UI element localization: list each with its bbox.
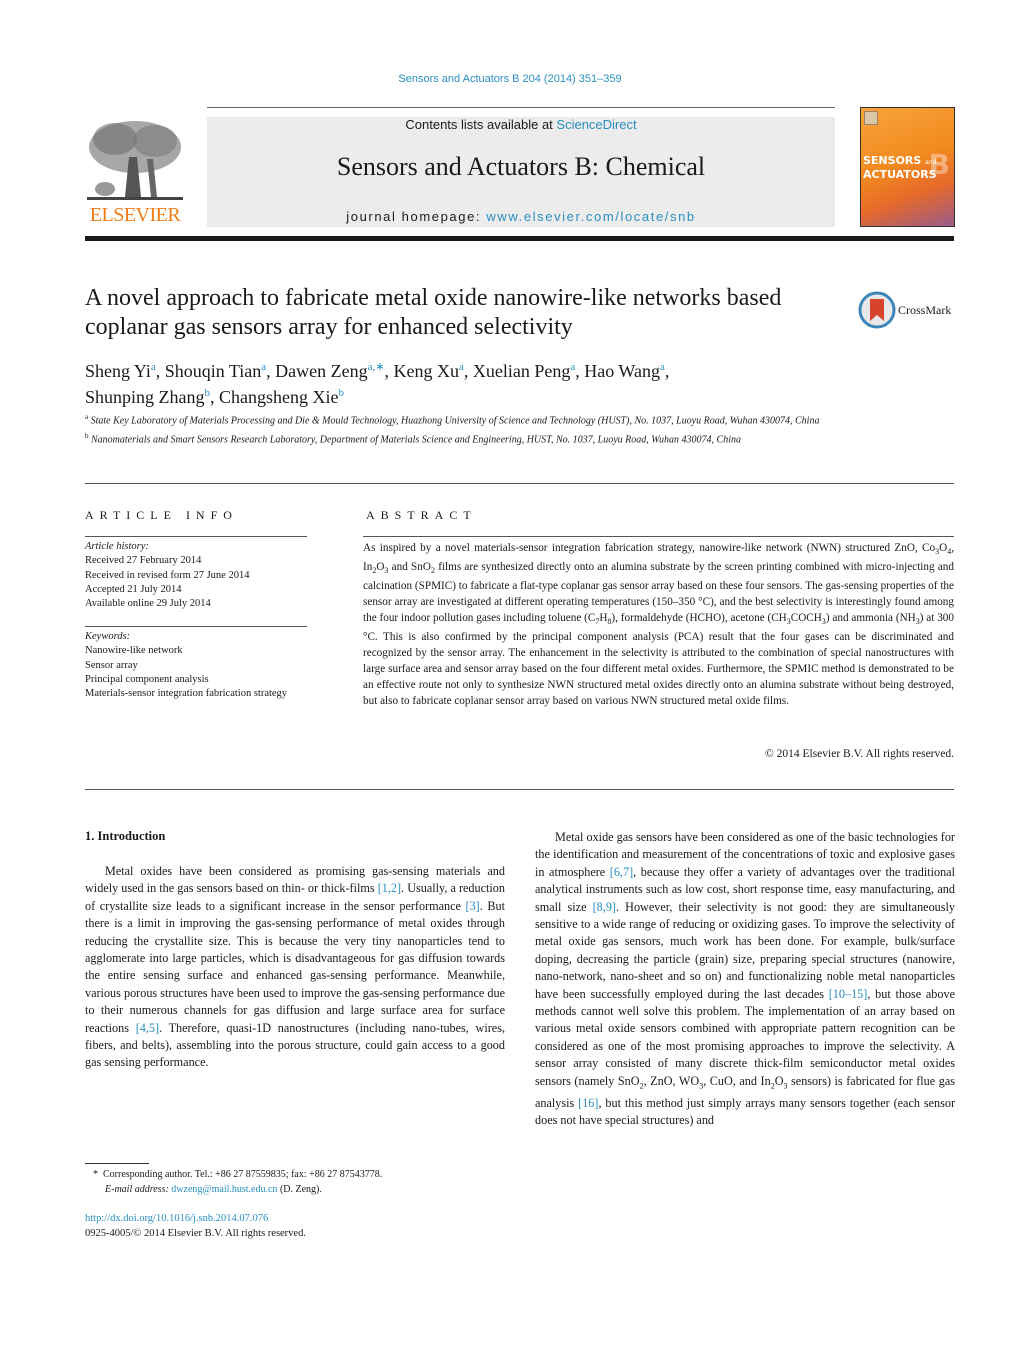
paragraph: Metal oxide gas sensors have been consid… [535, 830, 956, 1127]
reference-link[interactable]: [4,5] [136, 1021, 159, 1035]
doi-block: http://dx.doi.org/10.1016/j.snb.2014.07.… [85, 1211, 306, 1241]
author-name[interactable]: Shunping Zhang [85, 387, 205, 407]
author-separator: , [210, 387, 219, 407]
author-list: Sheng Yia, Shouqin Tiana, Dawen Zenga,∗,… [85, 356, 845, 408]
keyword-item: Nanowire-like network [85, 645, 183, 657]
author-name[interactable]: Keng Xu [394, 361, 460, 381]
section-divider [85, 483, 954, 484]
author-affiliation-marker[interactable]: a,∗ [368, 361, 385, 373]
author-separator: , [155, 361, 165, 381]
author-name[interactable]: Xuelian Peng [473, 361, 570, 381]
cover-title-and: and [925, 159, 937, 166]
cover-title: SENSORS and ACTUATORS [863, 155, 937, 181]
contents-prefix: Contents lists available at [405, 117, 557, 132]
crossmark-badge[interactable]: CrossMark [858, 291, 958, 331]
history-item: Received 27 February 2014 [85, 555, 202, 567]
author-separator: , [463, 361, 473, 381]
history-item: Received in revised form 27 June 2014 [85, 569, 250, 581]
journal-title: Sensors and Actuators B: Chemical [336, 152, 706, 181]
reference-link[interactable]: [8,9] [593, 900, 616, 914]
journal-homepage: journal homepage: www.elsevier.com/locat… [207, 209, 835, 224]
keywords-rule [85, 626, 307, 627]
reference-link[interactable]: [16] [578, 1096, 598, 1110]
reference-link[interactable]: [1,2] [378, 881, 401, 895]
header-thick-rule [85, 236, 954, 241]
corresponding-author-footnote: * Corresponding author. Tel.: +86 27 875… [93, 1167, 382, 1197]
reference-link[interactable]: [3] [466, 899, 480, 913]
author-separator: , [664, 361, 670, 381]
article-history: Article history: Received 27 February 20… [85, 540, 310, 611]
sciencedirect-link[interactable]: ScienceDirect [556, 117, 636, 132]
affiliation-b: b Nanomaterials and Smart Sensors Resear… [85, 429, 845, 448]
abstract-text: As inspired by a novel materials-sensor … [363, 542, 954, 707]
article-info-rule [85, 536, 307, 537]
journal-citation[interactable]: Sensors and Actuators B 204 (2014) 351–3… [0, 73, 1020, 85]
footnote-email-line: E-mail address: dwzeng@mail.hust.edu.cn … [105, 1184, 322, 1195]
crossmark-icon [858, 291, 896, 329]
introduction-left-column: Metal oxides have been considered as pro… [85, 863, 505, 1072]
author-separator: , [575, 361, 585, 381]
footnote-rule [85, 1163, 149, 1164]
affiliation-text: State Key Laboratory of Materials Proces… [90, 415, 820, 427]
abstract-copyright: © 2014 Elsevier B.V. All rights reserved… [765, 748, 954, 760]
journal-cover-image[interactable]: B SENSORS and ACTUATORS [860, 107, 955, 227]
affiliation-a: a State Key Laboratory of Materials Proc… [85, 410, 845, 429]
introduction-right-column: Metal oxide gas sensors have been consid… [535, 829, 955, 1129]
doi-link[interactable]: http://dx.doi.org/10.1016/j.snb.2014.07.… [85, 1211, 306, 1226]
footnote-line: * Corresponding author. Tel.: +86 27 875… [93, 1169, 383, 1180]
issn-line: 0925-4005/© 2014 Elsevier B.V. All right… [85, 1228, 306, 1239]
article-title: A novel approach to fabricate metal oxid… [85, 285, 782, 340]
author-name[interactable]: Shouqin Tian [165, 361, 262, 381]
reference-link[interactable]: [6,7] [610, 865, 633, 879]
author-separator: , [266, 361, 276, 381]
keyword-item: Principal component analysis [85, 673, 209, 685]
paragraph: Metal oxides have been considered as pro… [85, 864, 505, 1070]
homepage-prefix: journal homepage: [346, 209, 487, 224]
abstract-heading: ABSTRACT [366, 508, 477, 522]
author-name[interactable]: Dawen Zeng [275, 361, 367, 381]
homepage-link[interactable]: www.elsevier.com/locate/snb [486, 209, 695, 224]
cover-publisher-logo-icon [864, 111, 878, 125]
history-item: Accepted 21 July 2014 [85, 583, 182, 595]
affiliation-marker: b [85, 431, 89, 440]
body-divider [85, 789, 954, 790]
author-affiliation-marker[interactable]: b [338, 387, 344, 399]
elsevier-wordmark: ELSEVIER [89, 204, 181, 226]
email-link[interactable]: dwzeng@mail.hust.edu.cn [171, 1184, 277, 1195]
affiliation-marker: a [85, 413, 89, 421]
introduction-heading: 1. Introduction [85, 829, 166, 843]
author-name[interactable]: Changsheng Xie [219, 387, 338, 407]
crossmark-label: CrossMark [898, 303, 952, 317]
author-separator: , [384, 361, 394, 381]
history-label: Article history: [85, 541, 149, 552]
cover-title-line1: SENSORS [863, 154, 922, 167]
contents-line: Contents lists available at ScienceDirec… [207, 117, 835, 132]
keywords-label: Keywords: [85, 631, 131, 642]
reference-link[interactable]: [10–15] [829, 987, 868, 1001]
author-name[interactable]: Hao Wang [584, 361, 660, 381]
keywords: Keywords: Nanowire-like network Sensor a… [85, 630, 310, 701]
keyword-item: Sensor array [85, 659, 138, 671]
affiliations: a State Key Laboratory of Materials Proc… [85, 410, 845, 448]
keyword-item: Materials-sensor integration fabrication… [85, 688, 288, 700]
abstract-rule [363, 536, 954, 537]
history-item: Available online 29 July 2014 [85, 598, 211, 610]
article-info-heading: ARTICLE INFO [85, 508, 238, 522]
cover-title-line2: ACTUATORS [863, 168, 937, 181]
affiliation-text: Nanomaterials and Smart Sensors Research… [91, 434, 741, 446]
header-rule [207, 107, 835, 108]
author-name[interactable]: Sheng Yi [85, 361, 151, 381]
